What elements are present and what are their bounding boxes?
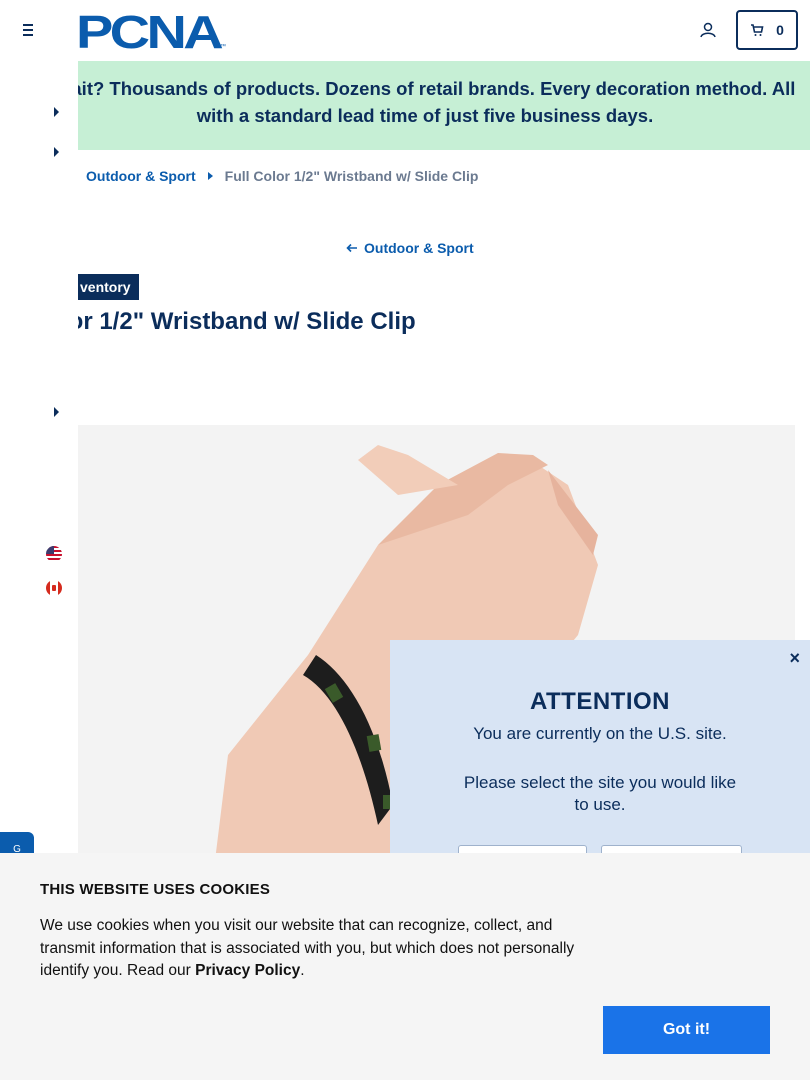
logo-text: PCNA [76,10,222,50]
arrow-left-icon [346,243,357,253]
us-flag-icon[interactable] [46,546,62,562]
cart-icon [751,24,764,36]
breadcrumb-current: Full Color 1/2" Wristband w/ Slide Clip [224,168,479,184]
back-to-category-link[interactable]: Outdoor & Sport [346,240,474,256]
cookie-period: . [300,962,305,979]
account-icon[interactable] [698,20,718,40]
rail-arrow-right-icon[interactable] [54,147,59,157]
hamburger-menu-icon[interactable] [18,20,38,40]
privacy-policy-link[interactable]: Privacy Policy [195,962,300,979]
accept-cookies-button[interactable]: Got it! [603,1006,770,1054]
rail-arrow-right-icon[interactable] [54,107,59,117]
cart-button[interactable]: 0 [736,10,798,50]
rail-arrow-right-icon[interactable] [54,407,59,417]
cookie-title: THIS WEBSITE USES COOKIES [40,881,271,898]
breadcrumb-link-outdoor-sport[interactable]: Outdoor & Sport [86,168,196,184]
attention-select-text: Please select the site you would like to… [463,773,737,814]
attention-title: ATTENTION [529,688,671,715]
product-title: Color 1/2" Wristband w/ Slide Clip [30,308,416,335]
back-link-label: Outdoor & Sport [364,240,474,256]
cookie-banner: THIS WEBSITE USES COOKIES We use cookies… [0,853,810,1080]
canada-flag-icon[interactable] [46,580,62,596]
side-rail [0,61,78,961]
site-header: PCNA ™ 0 [0,0,810,61]
breadcrumb: Outdoor & Sport Full Color 1/2" Wristban… [86,168,478,184]
pcna-logo[interactable]: PCNA ™ [76,10,226,50]
svg-text:™: ™ [220,43,226,50]
cookie-body: We use cookies when you visit our websit… [40,917,575,979]
cookie-text: We use cookies when you visit our websit… [40,915,600,983]
breadcrumb-chevron-icon [207,172,213,180]
site-selection-modal: × ATTENTION You are currently on the U.S… [390,640,810,885]
promo-banner-text: Wait? Thousands of products. Dozens of r… [54,78,796,126]
attention-current-site-text: You are currently on the U.S. site. [473,724,727,743]
promo-banner: Wait? Thousands of products. Dozens of r… [0,61,810,150]
close-icon[interactable]: × [789,648,800,669]
cart-count: 0 [776,22,784,38]
